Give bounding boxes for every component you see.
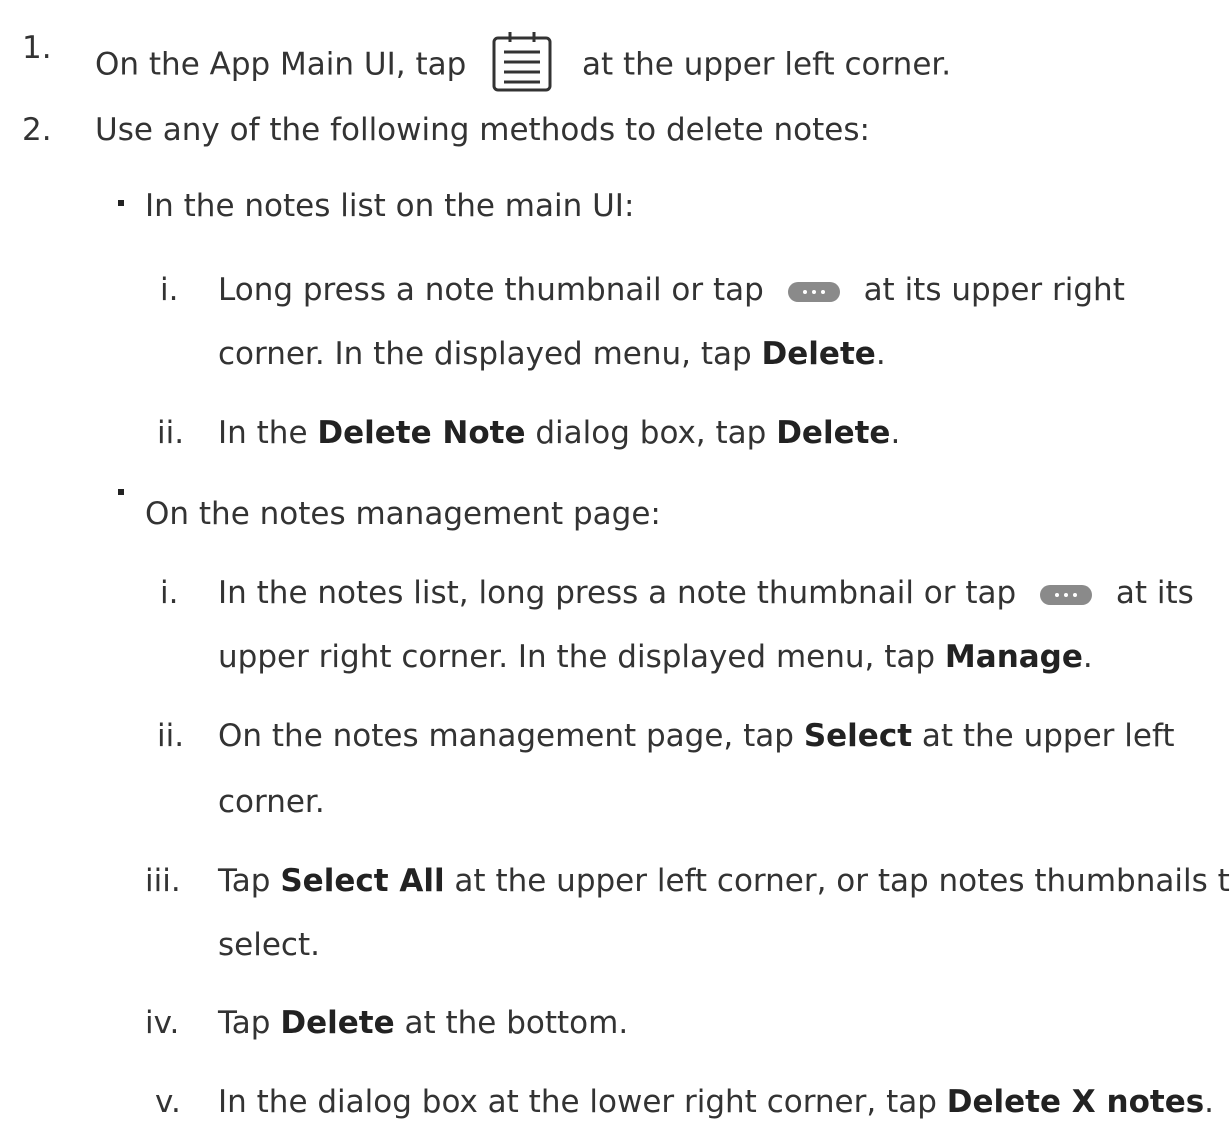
- sub-step-number: iv.: [145, 1005, 180, 1041]
- bullet-icon: [118, 200, 124, 206]
- method-2-step-iii-line2: select.: [218, 927, 320, 963]
- method-2-step-ii: On the notes management page, tap Select…: [218, 718, 1175, 754]
- step-number: 2.: [22, 112, 52, 148]
- more-dots-icon: [787, 281, 840, 302]
- method-2-step-i-line2: upper right corner. In the displayed men…: [218, 639, 1093, 675]
- method-2-step-ii-line2: corner.: [218, 784, 325, 820]
- sub-step-number: iii.: [145, 863, 181, 899]
- method-1-title: In the notes list on the main UI:: [145, 188, 635, 224]
- step-number: 1.: [22, 30, 52, 66]
- method-2-title: On the notes management page:: [145, 496, 661, 532]
- sub-step-number: ii.: [157, 718, 185, 754]
- method-2-step-iv: Tap Delete at the bottom.: [218, 1005, 629, 1041]
- step-1-text: On the App Main UI, tap at the upper lef…: [95, 28, 951, 104]
- sub-step-number: i.: [160, 575, 179, 611]
- sub-step-number: v.: [155, 1084, 181, 1120]
- bullet-icon: [118, 489, 124, 495]
- more-dots-icon: [1040, 584, 1093, 605]
- method-2-step-i: In the notes list, long press a note thu…: [218, 575, 1194, 611]
- method-2-step-v: In the dialog box at the lower right cor…: [218, 1084, 1215, 1120]
- step-2-text: Use any of the following methods to dele…: [95, 112, 870, 148]
- method-1-step-ii: In the Delete Note dialog box, tap Delet…: [218, 415, 901, 451]
- notes-list-icon: [490, 28, 554, 104]
- method-1-step-i: Long press a note thumbnail or tap at it…: [218, 272, 1125, 308]
- sub-step-number: i.: [160, 272, 179, 308]
- method-2-step-iii: Tap Select All at the upper left corner,…: [218, 863, 1231, 899]
- method-1-step-i-line2: corner. In the displayed menu, tap Delet…: [218, 336, 886, 372]
- sub-step-number: ii.: [157, 415, 185, 451]
